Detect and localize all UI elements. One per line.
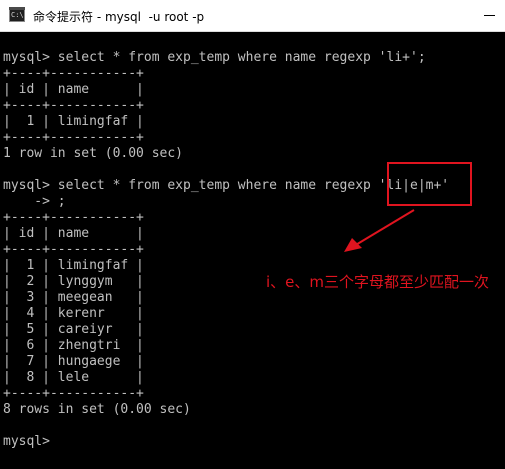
console-line: | 5 | careiyr | [3, 322, 144, 337]
console-line: +----+-----------+ [3, 130, 144, 145]
annotation-arrow-icon [344, 209, 415, 252]
console-line: | 1 | limingfaf | [3, 258, 144, 273]
console-line: +----+-----------+ [3, 386, 144, 401]
console-line: | 1 | limingfaf | [3, 114, 144, 129]
regexp-highlight-box [387, 162, 472, 206]
console-line: mysql> select * from exp_temp where name… [3, 50, 426, 65]
window-title: 命令提示符 - mysql -u root -p [33, 10, 205, 24]
console-line: +----+-----------+ [3, 210, 144, 225]
console-line: | 3 | meegean | [3, 290, 144, 305]
console-line: | 6 | zhengtri | [3, 338, 144, 353]
annotation-text: i、e、m三个字母都至少匹配一次 [266, 273, 490, 291]
console-line: +----+-----------+ [3, 242, 144, 257]
console-line: | 4 | kerenr | [3, 306, 144, 321]
console-line: | 2 | lynggym | [3, 274, 144, 289]
cmd-icon: C:\ [9, 7, 25, 22]
console-line: | 7 | hungaege | [3, 354, 144, 369]
minimize-button[interactable] [477, 6, 503, 26]
console-line: mysql> select * from exp_temp where name… [3, 178, 450, 193]
console-line: +----+-----------+ [3, 66, 144, 81]
console-line: 1 row in set (0.00 sec) [3, 146, 184, 161]
console-line: 8 rows in set (0.00 sec) [3, 402, 191, 417]
console-line: | id | name | [3, 226, 144, 241]
console-line: +----+-----------+ [3, 98, 144, 113]
console-line: | id | name | [3, 82, 144, 97]
console-line: mysql> [3, 434, 50, 449]
console-output[interactable]: mysql> select * from exp_temp where name… [0, 32, 505, 469]
title-bar: C:\ 命令提示符 - mysql -u root -p [0, 0, 505, 32]
console-line: | 8 | lele | [3, 370, 144, 385]
console-line: -> ; [3, 194, 66, 209]
